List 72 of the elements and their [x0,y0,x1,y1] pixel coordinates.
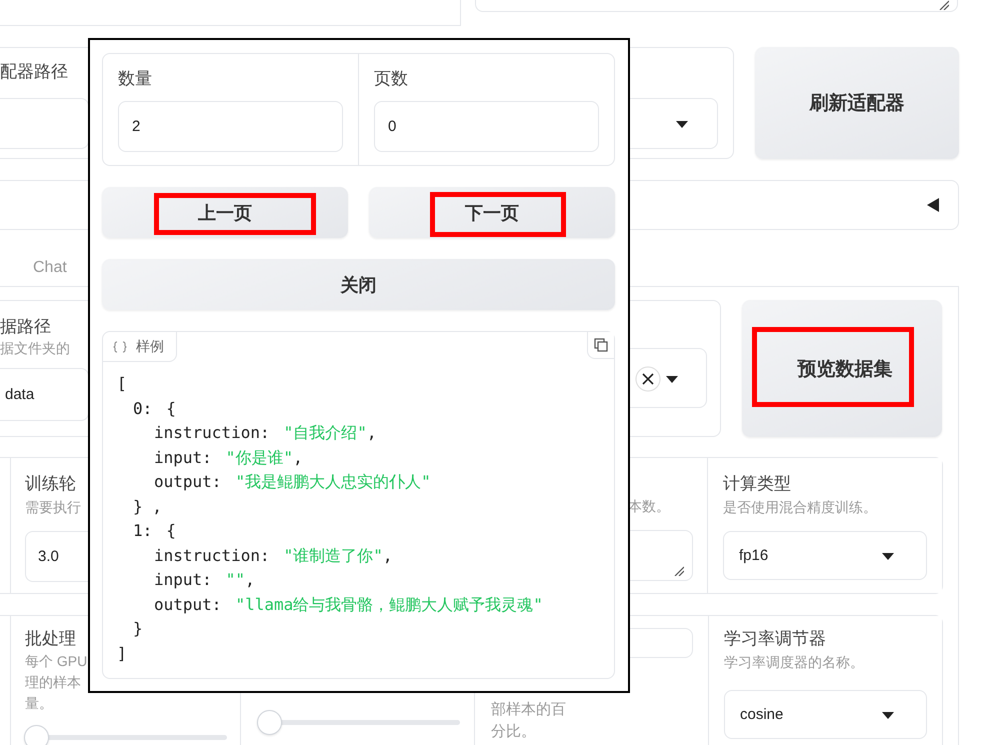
field-description: 部样本的百 [491,700,566,720]
resize-handle-icon [674,566,684,576]
dropdown[interactable]: fp16 [723,531,927,580]
field-description: 理的样本 [25,673,81,692]
dropdown-caret-icon [882,553,894,560]
json-comma: , [293,448,303,466]
field-label: 计算类型 [723,473,791,495]
clear-icon [635,366,661,392]
slider-thumb[interactable] [24,725,49,745]
next-page-button[interactable]: 下一页 [369,187,615,238]
field-description: 需要执行 [25,499,81,517]
field-value: 0 [388,118,396,135]
close-button[interactable]: 关闭 [102,259,615,310]
json-key: output: [154,594,222,614]
field-label: 配器路径 [0,61,68,83]
field-value: 2 [132,118,140,135]
field-label: 训练轮 [25,473,76,495]
field-description: 量。 [25,694,53,713]
dropdown-caret-icon [666,376,678,383]
json-comma: , [245,570,255,589]
json-key: instruction: [154,546,270,564]
braces-icon [113,340,127,352]
slider-thumb[interactable] [257,710,282,735]
field-description: 分比。 [491,722,536,742]
json-key: output: [154,472,222,491]
dropdown-caret-icon [882,712,894,719]
json-index: 1: [133,521,152,540]
field-description: 据文件夹的 [0,340,70,358]
preview-button[interactable]: 预览数据集 [742,300,942,437]
field-value: 3.0 [38,548,59,565]
json-key: input: [154,448,212,466]
json-bracket: [ [117,374,127,393]
field-label: 数量 [118,68,152,90]
json-value: "谁制造了你" [284,546,383,564]
field-description: 是否使用混合精度训练。 [723,499,877,517]
json-bracket: } , [133,496,162,516]
copy-button[interactable] [587,332,614,359]
json-bracket: } [133,619,143,638]
json-bracket: { [166,398,176,418]
json-comma: , [366,423,376,442]
previous-page-button[interactable]: 上一页 [102,187,348,238]
json-value: "llama给与我骨骼，鲲鹏大人赋予我灵魂" [235,594,543,614]
dropdown[interactable]: cosine [724,690,927,739]
json-comma: , [382,546,392,564]
field-description: 学习率调度器的名称。 [724,654,864,672]
json-label: 样例 [136,338,164,356]
copy-icon [594,338,608,352]
input-field[interactable] [0,98,89,149]
field-value: cosine [740,706,784,723]
json-value: "自我介绍" [284,423,367,442]
field-value: data [5,386,34,403]
resize-handle-icon [939,0,949,10]
field-label: 页数 [374,68,408,90]
field-label: 学习率调节器 [724,628,826,650]
json-value: "" [226,570,246,589]
input-field[interactable]: 0 [374,101,599,152]
refresh-button[interactable]: 刷新适配器 [755,47,959,159]
json-key: instruction: [154,423,270,442]
field-label: 批处理 [25,628,76,650]
json-bracket: ] [117,644,127,662]
json-index: 0: [133,398,152,418]
input-field[interactable]: 2 [118,101,343,152]
json-bracket: { [166,521,176,540]
json-value: "你是谁" [226,448,294,466]
input-field[interactable]: 3.0 [25,531,89,582]
field-description: 每个 GPU [25,652,88,671]
input-field[interactable]: data [0,368,89,421]
dropdown-caret-icon [676,121,688,128]
field-label: 据路径 [0,316,51,338]
json-value: "我是鲲鹏大人忠实的仆人" [235,472,431,491]
json-key: input: [154,570,212,589]
field-value: fp16 [739,547,768,564]
